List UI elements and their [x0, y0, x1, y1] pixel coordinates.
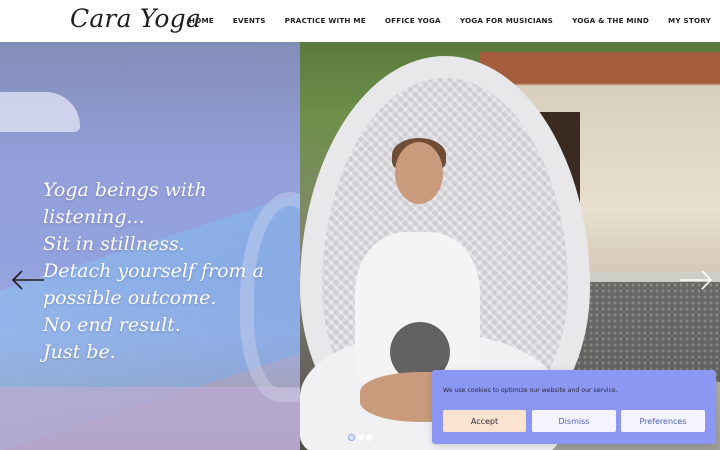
quote-line: Sit in stillness. — [43, 233, 185, 255]
nav-events[interactable]: EVENTS — [233, 16, 266, 25]
accept-button[interactable]: Accept — [443, 410, 526, 432]
quote-line: listening... — [43, 206, 145, 228]
nav-my-story[interactable]: MY STORY — [668, 16, 711, 25]
site-header: Cara Yoga HOME EVENTS PRACTICE WITH ME O… — [0, 0, 720, 42]
preferences-button[interactable]: Preferences — [621, 410, 705, 432]
person-head — [395, 142, 443, 204]
deck-shape — [0, 387, 300, 450]
slider-dot-3[interactable] — [366, 434, 373, 441]
quote-line: Detach yourself from a — [43, 260, 264, 282]
cookie-message: We use cookies to optimize our website a… — [443, 387, 618, 394]
dismiss-button[interactable]: Dismiss — [532, 410, 616, 432]
slider-dots — [348, 434, 373, 441]
gravel-shape — [570, 282, 720, 382]
umbrella-shape — [0, 92, 80, 132]
slider-dot-2[interactable] — [357, 434, 364, 441]
nav-practice-with-me[interactable]: PRACTICE WITH ME — [285, 16, 366, 25]
nav-home[interactable]: HOME — [189, 16, 214, 25]
nav-yoga-and-the-mind[interactable]: YOGA & THE MIND — [572, 16, 649, 25]
quote-line: possible outcome. — [43, 287, 217, 309]
quote-line: No end result. — [43, 314, 181, 336]
quote-line: Yoga beings with — [43, 179, 207, 201]
slider-dot-1[interactable] — [348, 434, 355, 441]
nav-office-yoga[interactable]: OFFICE YOGA — [385, 16, 441, 25]
cookie-banner: We use cookies to optimize our website a… — [432, 370, 716, 444]
hero-quote: Yoga beings with listening... Sit in sti… — [43, 177, 293, 366]
nav-yoga-for-musicians[interactable]: YOGA FOR MUSICIANS — [460, 16, 553, 25]
arrow-left-icon[interactable] — [10, 269, 46, 291]
main-nav: HOME EVENTS PRACTICE WITH ME OFFICE YOGA… — [170, 16, 711, 25]
quote-line: Just be. — [43, 341, 116, 363]
arrow-right-icon[interactable] — [678, 269, 714, 291]
